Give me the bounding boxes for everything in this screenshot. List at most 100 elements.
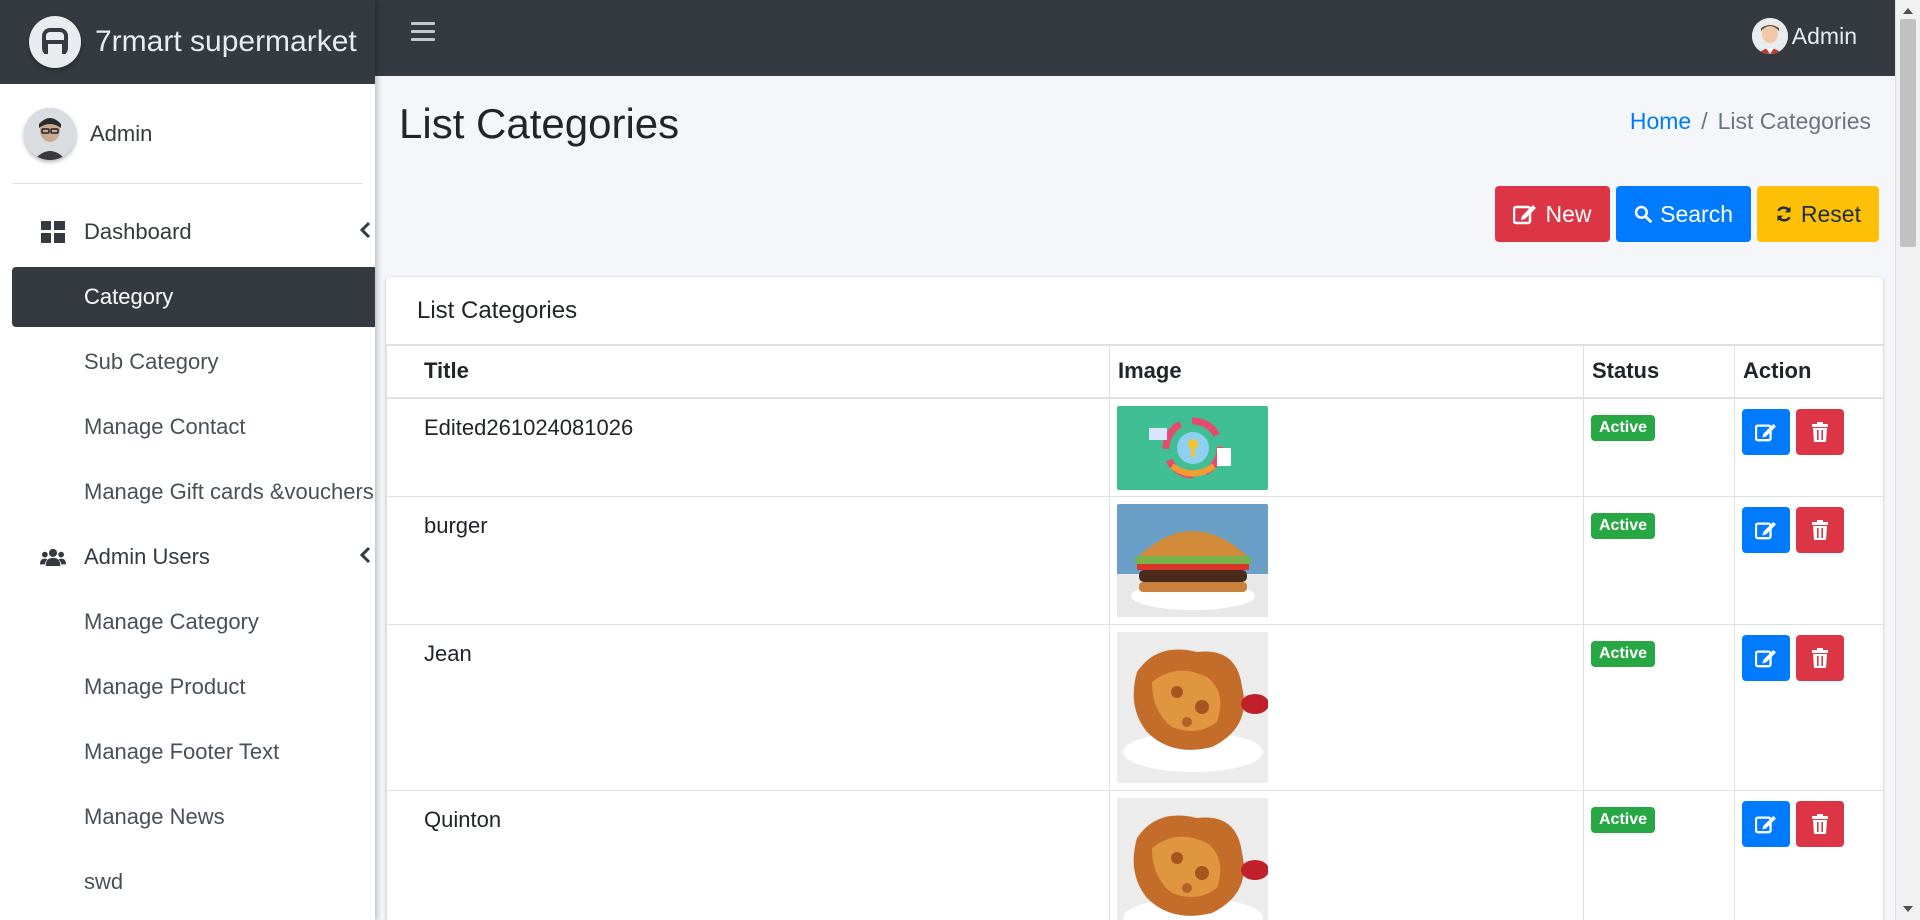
sidebar-item-manage-footer-text[interactable]: Manage Footer Text	[12, 722, 375, 782]
chevron-left-icon	[359, 219, 371, 245]
reset-button[interactable]: Reset	[1757, 186, 1879, 242]
reset-button-label: Reset	[1800, 200, 1861, 227]
sidebar-item-label: Manage Contact	[84, 414, 246, 439]
table-row: Edited261024081026 Active	[386, 397, 1883, 497]
sidebar-item-label: Dashboard	[84, 219, 192, 244]
delete-button[interactable]	[1796, 801, 1844, 847]
search-icon	[1634, 205, 1652, 223]
row-status-cell: Active	[1583, 624, 1735, 791]
row-title: burger	[386, 496, 1110, 625]
card-header: List Categories	[386, 277, 1883, 345]
chevron-left-icon	[359, 544, 371, 570]
new-button-label: New	[1545, 200, 1592, 227]
category-image	[1117, 504, 1268, 617]
top-user-label: Admin	[1791, 22, 1857, 49]
edit-button[interactable]	[1742, 507, 1790, 553]
sidebar-item-label: Manage Footer Text	[84, 739, 280, 764]
column-header-title: Title	[386, 345, 1110, 399]
row-title: Jean	[386, 624, 1110, 791]
category-image	[1117, 632, 1268, 783]
sidebar-item-label: Manage News	[84, 804, 225, 829]
users-icon	[40, 544, 66, 570]
delete-button[interactable]	[1796, 507, 1844, 553]
row-status-cell: Active	[1583, 397, 1735, 497]
edit-button[interactable]	[1742, 635, 1790, 681]
sidebar-item-dashboard[interactable]: Dashboard	[12, 202, 375, 262]
delete-button[interactable]	[1796, 408, 1844, 455]
sidebar-user-panel[interactable]: Admin	[12, 84, 363, 184]
category-image	[1117, 405, 1268, 490]
scroll-down-arrow-icon[interactable]	[1903, 906, 1913, 912]
page-title: List Categories	[399, 100, 680, 147]
brand-name: 7rmart supermarket	[95, 25, 357, 58]
refresh-icon	[1777, 206, 1791, 222]
avatar	[24, 107, 76, 160]
sidebar-item-manage-news[interactable]: Manage News	[12, 787, 375, 847]
avatar	[1751, 18, 1788, 54]
row-action-cell	[1734, 496, 1883, 625]
user-menu[interactable]: Admin	[1751, 18, 1857, 54]
edit-icon	[1755, 521, 1776, 540]
row-action-cell	[1734, 790, 1883, 920]
edit-icon	[1755, 649, 1776, 668]
top-navbar: Admin	[375, 0, 1895, 76]
edit-button[interactable]	[1742, 408, 1790, 455]
brand-link[interactable]: 7rmart supermarket	[0, 0, 375, 84]
row-action-cell	[1734, 624, 1883, 791]
sidebar-item-label: Category	[84, 284, 174, 309]
sidebar: 7rmart supermarket Admin Dashboard Categ…	[0, 0, 375, 920]
row-title: Edited261024081026	[386, 397, 1110, 497]
row-image-cell	[1109, 397, 1584, 497]
search-button[interactable]: Search	[1616, 186, 1751, 242]
sidebar-item-label: Admin Users	[84, 544, 210, 569]
column-header-action: Action	[1734, 345, 1883, 399]
edit-icon	[1755, 423, 1776, 441]
sidebar-item-label: Manage Product	[84, 674, 246, 699]
menu-toggle-icon[interactable]	[411, 22, 435, 44]
status-badge: Active	[1591, 414, 1656, 441]
sidebar-item-swd[interactable]: swd	[12, 852, 375, 912]
breadcrumb: Home / List Categories	[1630, 108, 1871, 135]
table-row: Quinton Active	[386, 790, 1883, 920]
delete-button[interactable]	[1796, 635, 1844, 681]
status-badge: Active	[1591, 807, 1656, 833]
table-row: Jean Active	[386, 624, 1883, 791]
brand-logo-icon	[29, 16, 81, 68]
categories-table: Title Image Status Action Edited26102408…	[386, 345, 1883, 920]
trash-icon	[1812, 421, 1828, 442]
action-buttons: New Search Reset	[1495, 186, 1879, 242]
column-header-status: Status	[1583, 345, 1735, 399]
edit-icon	[1755, 815, 1776, 834]
status-badge: Active	[1591, 513, 1656, 539]
row-image-cell	[1109, 496, 1584, 625]
scroll-up-arrow-icon[interactable]	[1903, 8, 1913, 14]
sidebar-item-label: Manage Category	[84, 609, 259, 634]
sidebar-user-name: Admin	[90, 120, 153, 146]
breadcrumb-current: List Categories	[1717, 108, 1871, 134]
categories-card: List Categories Title Image Status Actio…	[386, 277, 1883, 920]
table-row: burger Active	[386, 496, 1883, 625]
page-scrollbar[interactable]	[1895, 0, 1920, 920]
row-title: Quinton	[386, 790, 1110, 920]
table-header-row: Title Image Status Action	[386, 345, 1883, 399]
sidebar-item-manage-gift-cards[interactable]: Manage Gift cards &vouchers	[12, 462, 375, 522]
breadcrumb-separator: /	[1701, 108, 1708, 134]
card-title: List Categories	[417, 296, 578, 324]
scrollbar-thumb[interactable]	[1900, 19, 1916, 247]
row-image-cell	[1109, 624, 1584, 791]
sidebar-item-manage-category[interactable]: Manage Category	[12, 592, 375, 652]
trash-icon	[1812, 648, 1828, 668]
row-status-cell: Active	[1583, 790, 1735, 920]
sidebar-item-manage-product[interactable]: Manage Product	[12, 657, 375, 717]
row-image-cell	[1109, 790, 1584, 920]
row-status-cell: Active	[1583, 496, 1735, 625]
new-button[interactable]: New	[1495, 186, 1610, 242]
status-badge: Active	[1591, 641, 1656, 667]
edit-button[interactable]	[1742, 801, 1790, 847]
sidebar-item-category[interactable]: Category	[12, 267, 375, 327]
sidebar-item-admin-users[interactable]: Admin Users	[12, 527, 375, 587]
dashboard-icon	[40, 219, 66, 245]
breadcrumb-home-link[interactable]: Home	[1630, 108, 1691, 134]
sidebar-item-sub-category[interactable]: Sub Category	[12, 332, 375, 392]
sidebar-item-manage-contact[interactable]: Manage Contact	[12, 397, 375, 457]
